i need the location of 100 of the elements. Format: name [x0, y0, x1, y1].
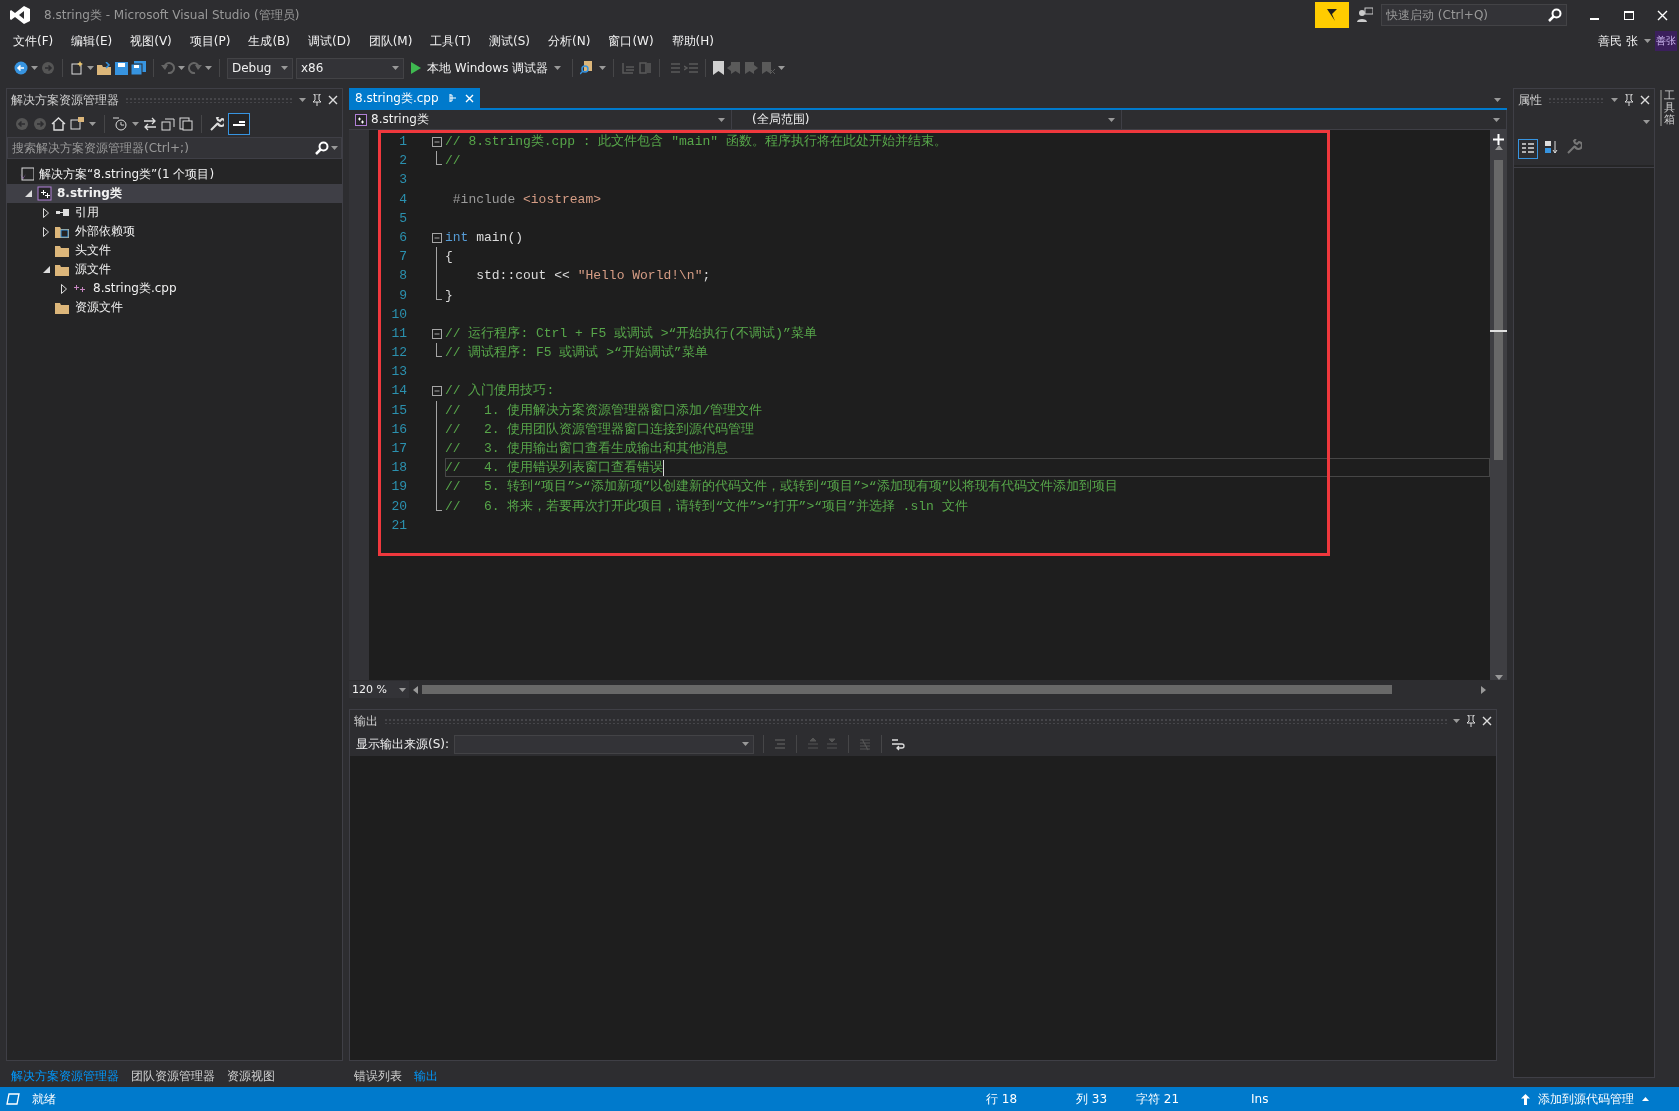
tree-item[interactable]: 解决方案“8.string类”(1 个项目): [7, 165, 342, 184]
word-wrap-icon[interactable]: [891, 737, 907, 751]
tree-item[interactable]: 外部依赖项: [7, 222, 342, 241]
caret-icon[interactable]: [778, 66, 786, 70]
save-all-icon[interactable]: [131, 61, 146, 75]
split-icon[interactable]: [1493, 134, 1504, 145]
menu-item[interactable]: 视图(V): [121, 32, 181, 50]
menu-item[interactable]: 工具(T): [421, 32, 481, 50]
visual-studio-logo-icon: [10, 6, 30, 24]
tree-item[interactable]: 8.string类.cpp: [7, 279, 342, 298]
collapse-icon[interactable]: [432, 137, 442, 147]
menu-item[interactable]: 测试(S): [480, 32, 540, 50]
menu-item[interactable]: 文件(F): [4, 32, 63, 50]
caret-icon: [281, 66, 288, 70]
pin-icon[interactable]: [1466, 715, 1476, 727]
scroll-up-icon[interactable]: [1494, 145, 1503, 150]
switch-views-icon[interactable]: [70, 117, 85, 131]
panel-tab[interactable]: 资源视图: [222, 1065, 280, 1087]
feedback-button[interactable]: [1315, 2, 1349, 28]
history-icon[interactable]: [113, 117, 128, 131]
close-icon[interactable]: [1482, 716, 1492, 726]
vertical-scrollbar[interactable]: [1490, 130, 1507, 680]
expanded-arrow-icon[interactable]: [24, 190, 32, 197]
save-icon[interactable]: [115, 61, 128, 75]
start-debugging-button[interactable]: 本地 Windows 调试器: [407, 59, 566, 77]
code-line: }: [445, 286, 453, 305]
caret-icon[interactable]: [1453, 719, 1460, 723]
bookmark-icon[interactable]: [713, 61, 725, 75]
preview-toggle-icon[interactable]: [228, 113, 250, 135]
caret-icon[interactable]: [132, 122, 139, 126]
close-icon[interactable]: [1640, 95, 1650, 105]
tree-item[interactable]: 8.string类: [7, 184, 342, 203]
close-icon[interactable]: [328, 95, 338, 105]
menu-item[interactable]: 团队(M): [359, 32, 422, 50]
collapse-icon[interactable]: [432, 386, 442, 397]
menu-item[interactable]: 调试(D): [299, 32, 360, 50]
menu-item[interactable]: 项目(P): [180, 32, 240, 50]
panel-tab[interactable]: 解决方案资源管理器: [6, 1065, 124, 1087]
panel-tab[interactable]: 错误列表: [349, 1065, 407, 1087]
show-all-files-icon[interactable]: [179, 117, 193, 131]
caret-icon[interactable]: [205, 66, 212, 70]
caret-icon[interactable]: [1494, 98, 1501, 102]
menu-item[interactable]: 帮助(H): [662, 32, 723, 50]
sync-icon[interactable]: [143, 117, 157, 131]
line-number: 6: [398, 228, 408, 247]
quick-launch-field[interactable]: 快速启动 (Ctrl+Q): [1381, 4, 1567, 26]
pin-icon[interactable]: [312, 94, 322, 106]
caret-icon[interactable]: [1644, 39, 1651, 43]
menu-item[interactable]: 窗口(W): [599, 32, 663, 50]
undo-icon[interactable]: [161, 62, 175, 74]
code-line: // 1. 使用解决方案资源管理器窗口添加/管理文件: [445, 401, 763, 420]
caret-icon: [554, 66, 562, 70]
caret-icon[interactable]: [1611, 98, 1618, 102]
expanded-arrow-icon[interactable]: [42, 266, 50, 273]
folder-icon[interactable]: [97, 61, 112, 75]
user-avatar[interactable]: 善张: [1655, 31, 1677, 51]
panel-tab[interactable]: 输出: [409, 1065, 443, 1087]
menu-item[interactable]: 分析(N): [539, 32, 600, 50]
search-icon[interactable]: [315, 141, 329, 155]
collapsed-arrow-icon[interactable]: [61, 283, 67, 294]
collapsed-arrow-icon[interactable]: [43, 207, 49, 218]
panel-tab[interactable]: 团队资源管理器: [126, 1065, 220, 1087]
caret-icon[interactable]: [87, 66, 94, 70]
caret-icon[interactable]: [331, 146, 338, 150]
caret-icon[interactable]: [599, 66, 607, 70]
project-dropdown[interactable]: 8.string类: [349, 110, 732, 129]
tree-item[interactable]: 引用: [7, 203, 342, 222]
line-number: 21: [390, 516, 408, 535]
alphabetical-icon[interactable]: [1544, 139, 1560, 155]
pin-icon[interactable]: [1624, 94, 1634, 106]
menu-item[interactable]: 编辑(E): [62, 32, 122, 50]
configuration-dropdown[interactable]: Debug: [227, 57, 293, 79]
caret-icon[interactable]: [31, 66, 38, 70]
toolbox-tab[interactable]: 工具箱: [1659, 90, 1675, 127]
tree-item[interactable]: 源文件: [7, 260, 342, 279]
tree-item[interactable]: 资源文件: [7, 298, 342, 317]
platform-dropdown[interactable]: x86: [296, 57, 404, 79]
collapse-icon[interactable]: [432, 328, 442, 339]
caret-icon[interactable]: [89, 122, 96, 126]
maximize-icon[interactable]: [1622, 9, 1634, 21]
collapse-icon[interactable]: [432, 232, 442, 243]
source-control-button[interactable]: 添加到源代码管理: [1521, 1090, 1649, 1108]
line-number: 7: [398, 248, 408, 267]
tree-item[interactable]: 头文件: [7, 241, 342, 260]
caret-icon[interactable]: [178, 66, 185, 70]
collapsed-arrow-icon[interactable]: [43, 226, 49, 237]
categorized-icon[interactable]: [1518, 139, 1538, 159]
scope-dropdown[interactable]: (全局范围): [732, 110, 1122, 129]
caret-icon[interactable]: [299, 98, 306, 102]
new-project-icon[interactable]: [70, 61, 84, 75]
user-name[interactable]: 善民 张: [1598, 32, 1638, 50]
menu-item[interactable]: 生成(B): [239, 32, 299, 50]
redo-icon[interactable]: [188, 62, 202, 74]
zoom-dropdown[interactable]: 120 %: [349, 681, 409, 698]
search-field[interactable]: 搜索解决方案资源管理器(Ctrl+;): [7, 137, 342, 159]
back-icon[interactable]: [14, 61, 28, 75]
person-chat-icon[interactable]: [1357, 7, 1373, 23]
collapse-all-icon[interactable]: [161, 117, 175, 131]
search-icon: [1548, 8, 1562, 22]
home-icon[interactable]: [51, 117, 66, 131]
